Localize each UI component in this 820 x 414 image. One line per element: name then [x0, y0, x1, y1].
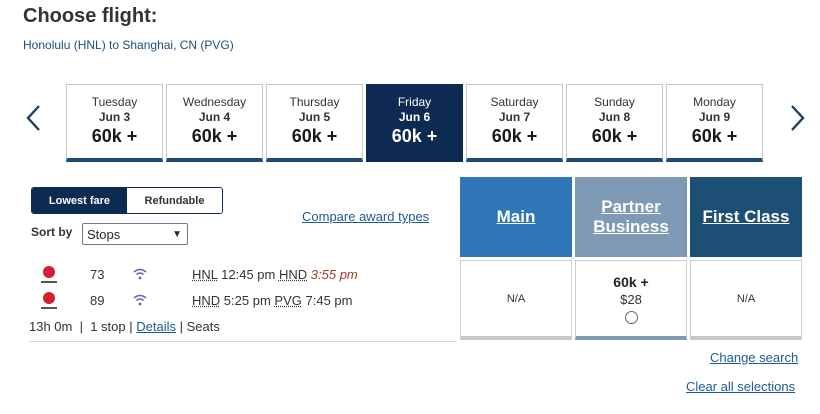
date-price: 60k +: [491, 126, 538, 146]
date-tab-jun4[interactable]: Wednesday Jun 4 60k +: [166, 84, 263, 162]
date-weekday: Wednesday: [182, 95, 247, 109]
previous-dates-button[interactable]: [22, 100, 46, 136]
wifi-icon: [133, 294, 147, 306]
fare-cell-main: N/A: [460, 260, 572, 340]
fare-type-label: First Class: [702, 207, 790, 226]
fare-type-first-class[interactable]: First Class: [690, 177, 802, 257]
segment-times: HND 5:25 pm PVG 7:45 pm: [192, 293, 352, 308]
chevron-right-icon: [791, 105, 805, 131]
date-day: Jun 9: [698, 110, 731, 124]
page-title: Choose flight:: [23, 5, 158, 27]
clear-selections-link[interactable]: Clear all selections: [686, 379, 795, 394]
fare-filter-toggle: Lowest fare Refundable: [31, 187, 223, 214]
details-link[interactable]: Details: [136, 319, 176, 334]
date-tab-jun9[interactable]: Monday Jun 9 60k +: [666, 84, 763, 162]
date-day: Jun 7: [498, 110, 531, 124]
fare-cash: $28: [620, 292, 642, 307]
arrival-airport[interactable]: PVG: [274, 293, 301, 308]
date-price: 60k +: [691, 126, 738, 146]
flight-summary: 13h 0m | 1 stop | Details | Seats: [29, 319, 220, 334]
chevron-down-icon: ▼: [172, 228, 182, 240]
date-tab-jun5[interactable]: Thursday Jun 5 60k +: [266, 84, 363, 162]
sort-select[interactable]: Stops ▼: [82, 223, 188, 245]
fare-cell-partner-business[interactable]: 60k + $28: [575, 260, 687, 340]
arrival-airport[interactable]: HND: [279, 267, 307, 282]
date-day: Jun 3: [98, 110, 131, 124]
route-subtitle: Honolulu (HNL) to Shanghai, CN (PVG): [23, 38, 234, 52]
fare-type-label: Partner Business: [593, 197, 669, 236]
row-divider: [29, 341, 457, 342]
arrival-time: 7:45 pm: [305, 293, 353, 308]
date-tab-jun7[interactable]: Saturday Jun 7 60k +: [466, 84, 563, 162]
arrival-time: 3:55 pm: [310, 267, 358, 282]
fare-radio[interactable]: [624, 311, 638, 324]
lowest-fare-toggle[interactable]: Lowest fare: [32, 188, 127, 213]
fare-type-label: Main: [496, 207, 536, 226]
refundable-toggle[interactable]: Refundable: [127, 188, 222, 213]
fare-type-main[interactable]: Main: [460, 177, 572, 257]
departure-airport[interactable]: HND: [192, 293, 220, 308]
date-weekday: Monday: [693, 95, 736, 109]
airline-logo-icon: [41, 266, 57, 283]
date-price: 60k +: [591, 126, 638, 146]
fare-type-partner-business[interactable]: Partner Business: [575, 177, 687, 257]
sort-select-value: Stops: [87, 226, 121, 242]
date-weekday: Thursday: [289, 95, 340, 109]
date-price: 60k +: [91, 126, 138, 146]
date-price: 60k +: [391, 126, 438, 146]
sort-label: Sort by: [31, 225, 73, 239]
date-price: 60k +: [291, 126, 338, 146]
wifi-icon: [133, 268, 147, 280]
date-tab-jun3[interactable]: Tuesday Jun 3 60k +: [66, 84, 163, 162]
departure-time: 5:25 pm: [223, 293, 271, 308]
date-day: Jun 5: [298, 110, 331, 124]
date-weekday: Saturday: [490, 95, 539, 109]
segment-times: HNL 12:45 pm HND 3:55 pm: [192, 267, 358, 282]
next-dates-button[interactable]: [785, 100, 809, 136]
compare-award-types-link[interactable]: Compare award types: [302, 209, 429, 224]
departure-time: 12:45 pm: [221, 267, 276, 282]
seats-label[interactable]: Seats: [187, 319, 220, 334]
stop-count: 1 stop: [90, 319, 126, 334]
date-tab-jun6-selected[interactable]: Friday Jun 6 60k +: [366, 84, 463, 162]
airline-logo-icon: [41, 292, 57, 309]
date-weekday: Tuesday: [91, 95, 138, 109]
date-day: Jun 8: [598, 110, 631, 124]
fare-cell-first-class: N/A: [690, 260, 802, 340]
date-weekday: Sunday: [594, 95, 635, 109]
date-weekday: Friday: [397, 95, 432, 109]
date-tab-jun8[interactable]: Sunday Jun 8 60k +: [566, 84, 663, 162]
flight-number: 73: [90, 267, 105, 282]
trip-duration: 13h 0m: [29, 319, 73, 334]
date-price: 60k +: [191, 126, 238, 146]
change-search-link[interactable]: Change search: [710, 350, 798, 365]
departure-airport[interactable]: HNL: [192, 267, 218, 282]
date-selector: Tuesday Jun 3 60k + Wednesday Jun 4 60k …: [66, 84, 763, 162]
fare-unavailable: N/A: [736, 293, 756, 305]
chevron-left-icon: [26, 105, 40, 131]
flight-number: 89: [90, 293, 105, 308]
fare-points: 60k +: [613, 274, 649, 290]
date-day: Jun 6: [398, 110, 431, 124]
date-day: Jun 4: [198, 110, 231, 124]
fare-unavailable: N/A: [506, 293, 526, 305]
